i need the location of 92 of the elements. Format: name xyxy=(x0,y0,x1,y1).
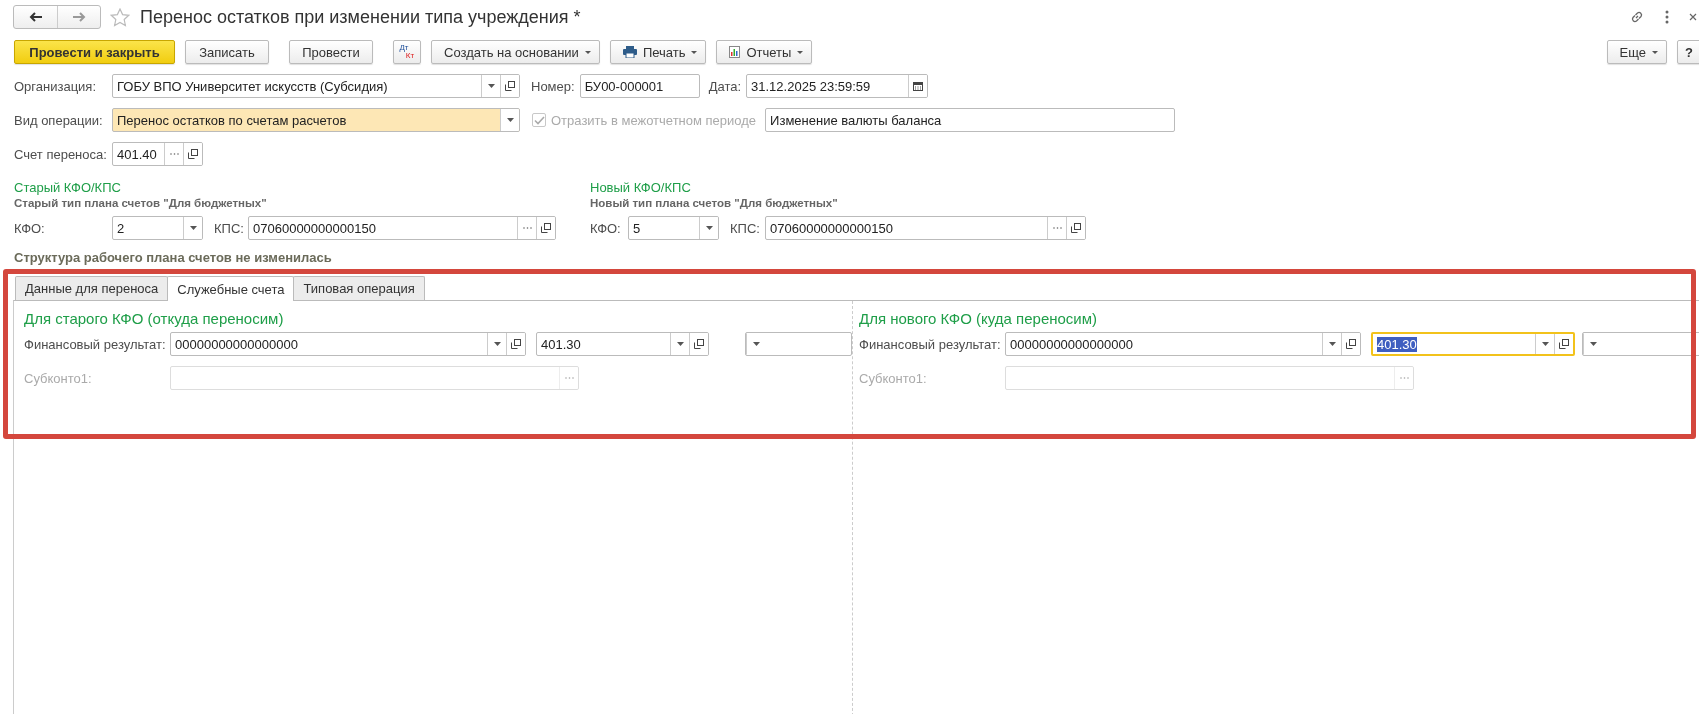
analytics-field[interactable] xyxy=(1582,332,1699,356)
financial-result-field[interactable]: 00000000000000000 xyxy=(1005,332,1361,356)
kfo-field[interactable]: 2 xyxy=(112,216,203,240)
open-icon xyxy=(1071,223,1081,233)
caret-icon xyxy=(1589,342,1597,346)
caret-icon xyxy=(797,50,804,54)
group-heading: Старый КФО/КПС xyxy=(14,180,122,197)
number-field[interactable]: БУ00-000001 xyxy=(579,74,700,98)
kps-field[interactable]: 07060000000000150 xyxy=(765,216,1086,240)
open-button[interactable] xyxy=(536,217,555,239)
dropdown-button[interactable] xyxy=(699,217,718,239)
toolbar-button[interactable]: Провести xyxy=(289,40,373,64)
account-field[interactable]: 401.30 xyxy=(536,332,709,356)
tab[interactable]: Служебные счета xyxy=(167,276,295,301)
currency-change-field[interactable]: Изменение валюты баланса xyxy=(765,108,1176,132)
caret-icon xyxy=(584,50,591,54)
open-icon xyxy=(505,81,515,91)
field-label: КФО: xyxy=(590,220,622,236)
group-subtitle: Старый тип плана счетов "Для бюджетных" xyxy=(14,197,268,211)
operation-type-field[interactable]: Перенос остатков по счетам расчетов xyxy=(112,108,520,132)
caret-icon xyxy=(1541,342,1549,346)
field-label: КПС: xyxy=(730,220,761,236)
date-field[interactable]: 31.12.2025 23:59:59 xyxy=(746,74,929,98)
reports-button[interactable]: Отчеты xyxy=(716,40,813,64)
structure-note: Структура рабочего плана счетов не изменилась xyxy=(13,250,333,267)
toolbar-button[interactable]: Записать xyxy=(185,40,269,64)
window-title: Перенос остатков при изменении типа учреждения * xyxy=(140,6,581,28)
calendar-icon xyxy=(913,81,924,91)
tab[interactable]: Данные для переноса xyxy=(15,276,169,300)
forward-arrow-icon xyxy=(72,12,86,22)
calendar-button[interactable] xyxy=(908,75,928,97)
star-icon[interactable] xyxy=(110,7,130,27)
open-icon xyxy=(1559,339,1569,349)
field-label: Организация: xyxy=(14,78,98,94)
open-icon xyxy=(694,339,704,349)
more-icon[interactable] xyxy=(1665,10,1669,24)
section-heading: Для нового КФО (куда переносим) xyxy=(859,310,1099,329)
field-label: Счет переноса: xyxy=(14,146,108,162)
organization-field[interactable]: ГОБУ ВПО Университет искусств (Субсидия) xyxy=(112,74,520,98)
field-label: Номер: xyxy=(531,78,575,94)
open-icon xyxy=(511,339,521,349)
open-icon xyxy=(1346,339,1356,349)
group-subtitle: Новый тип плана счетов "Для бюджетных" xyxy=(590,197,839,211)
caret-icon xyxy=(493,342,501,346)
field-label: КФО: xyxy=(14,220,46,236)
kps-field[interactable]: 07060000000000150 xyxy=(248,216,556,240)
printer-icon xyxy=(622,46,637,58)
dropdown-button[interactable] xyxy=(500,109,519,131)
field-label: Субконто1: xyxy=(24,370,93,386)
field-label: Финансовый результат: xyxy=(24,336,167,352)
open-button[interactable] xyxy=(1066,217,1085,239)
section-heading: Для старого КФО (откуда переносим) xyxy=(24,310,285,329)
open-icon xyxy=(188,149,198,159)
field-label: КПС: xyxy=(214,220,245,236)
caret-icon xyxy=(705,226,713,230)
print-button[interactable]: Печать xyxy=(609,40,707,64)
field-label: Дата: xyxy=(708,78,742,94)
report-icon xyxy=(729,46,741,58)
group-heading: Новый КФО/КПС xyxy=(590,180,692,197)
caret-icon xyxy=(1652,50,1658,54)
caret-icon xyxy=(1328,342,1336,346)
field-label: Субконто1: xyxy=(859,370,928,386)
kfo-field[interactable]: 5 xyxy=(628,216,719,240)
back-arrow-icon xyxy=(28,12,43,22)
caret-icon xyxy=(506,118,514,122)
transfer-account-field[interactable]: 401.40 xyxy=(112,142,203,166)
caret-icon xyxy=(676,342,684,346)
field-label: Вид операции: xyxy=(14,112,104,128)
account-field[interactable]: 401.30 xyxy=(1371,332,1575,356)
open-button[interactable] xyxy=(1341,333,1360,355)
open-icon xyxy=(541,223,551,233)
help-button[interactable]: ? xyxy=(1677,40,1699,64)
open-button[interactable] xyxy=(689,333,708,355)
link-icon[interactable] xyxy=(1629,9,1645,25)
create-based-on-button[interactable]: Создать на основании xyxy=(431,40,600,64)
caret-icon xyxy=(691,50,698,54)
open-button[interactable] xyxy=(500,75,519,97)
field-label: Финансовый результат: xyxy=(859,336,1002,352)
more-button[interactable]: Еще xyxy=(1606,40,1667,64)
close-icon[interactable] xyxy=(1689,13,1697,21)
dropdown-button[interactable] xyxy=(183,217,202,239)
checkbox-label: Отразить в межотчетном периоде xyxy=(551,112,757,128)
open-button[interactable] xyxy=(506,333,525,355)
tab[interactable]: Типовая операция xyxy=(293,276,425,300)
caret-icon xyxy=(487,84,495,88)
ledger-entries-button[interactable]: Дт Кт xyxy=(393,40,421,64)
open-button[interactable] xyxy=(183,143,202,165)
caret-icon xyxy=(189,226,197,230)
post-and-close-button[interactable]: Провести и закрыть xyxy=(14,40,175,64)
financial-result-field[interactable]: 00000000000000000 xyxy=(170,332,526,356)
caret-icon xyxy=(752,342,760,346)
analytics-field[interactable] xyxy=(745,332,852,356)
